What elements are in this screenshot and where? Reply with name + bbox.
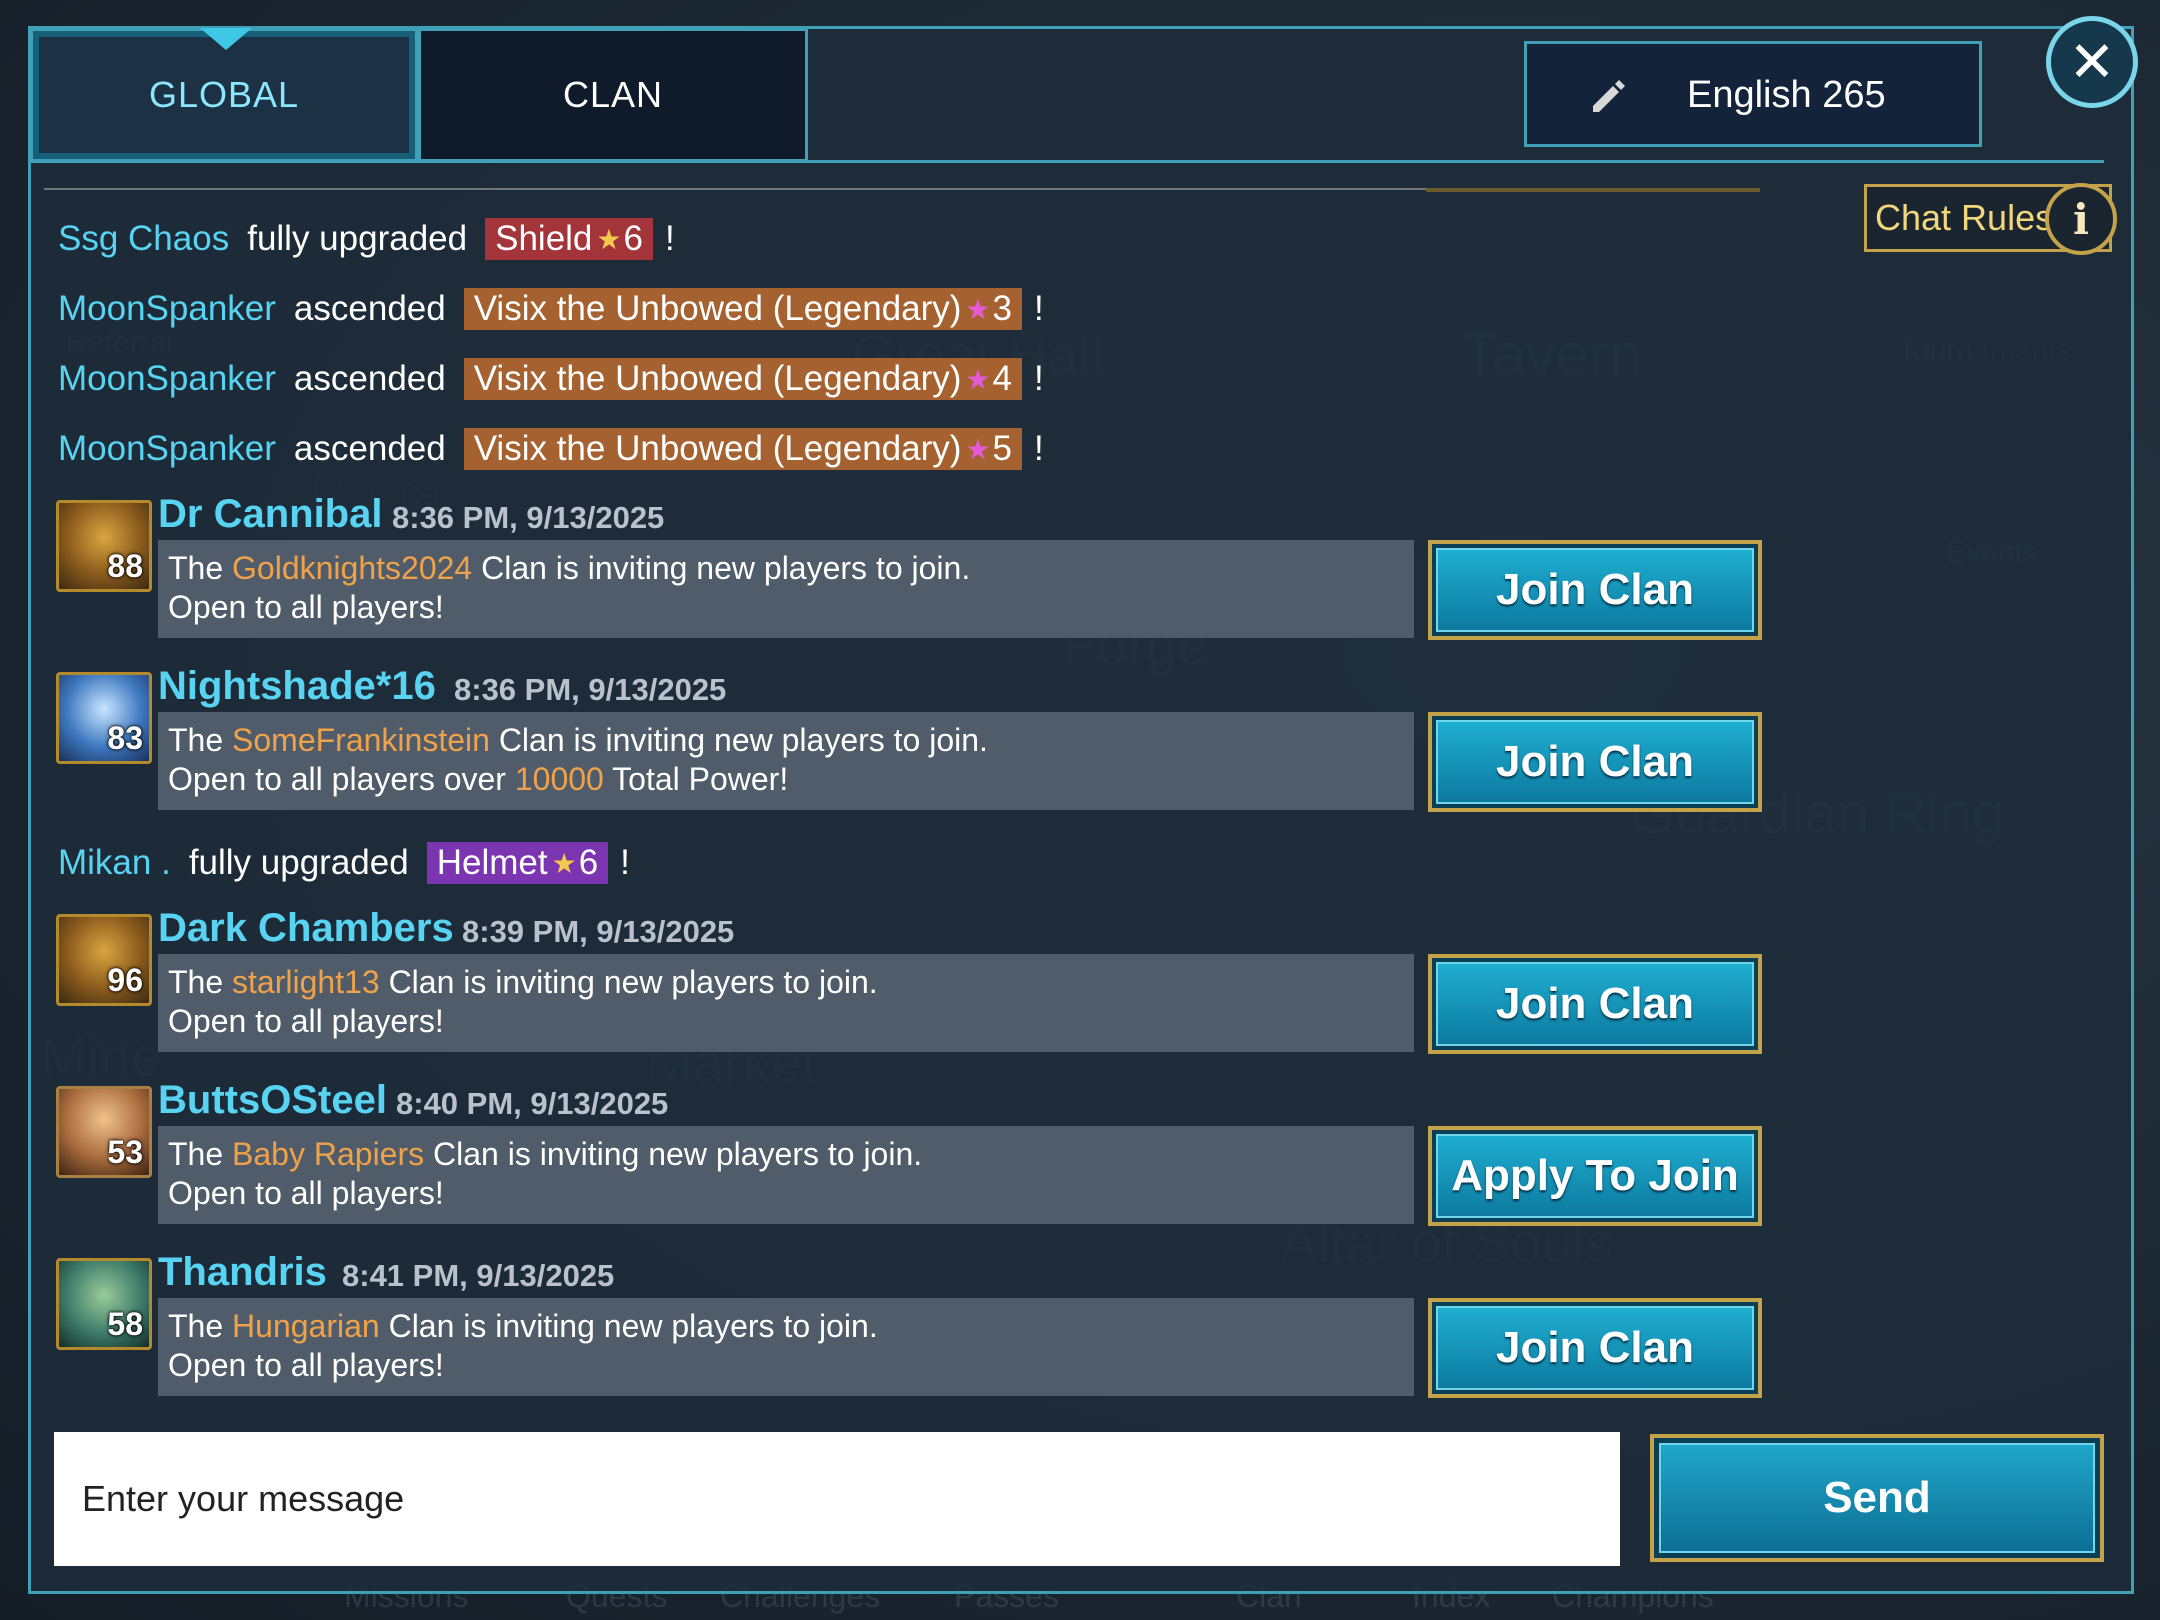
join-clan-button[interactable]: Join Clan (1428, 712, 1762, 812)
message-bubble: The Goldknights2024 Clan is inviting new… (158, 540, 1414, 638)
star-icon: ★ (596, 223, 622, 255)
clan-name-link[interactable]: SomeFrankinstein (232, 722, 490, 758)
player-name-link[interactable]: MoonSpanker (58, 359, 276, 399)
send-label: Send (1659, 1443, 2095, 1553)
exclaim: ! (664, 219, 675, 258)
timestamp: 8:40 PM, 9/13/2025 (396, 1086, 669, 1121)
level-badge: 83 (107, 720, 143, 756)
clan-name-link[interactable]: starlight13 (232, 964, 380, 1000)
close-icon: ✕ (2068, 29, 2116, 95)
tab-clan[interactable]: CLAN (418, 28, 808, 162)
tab-clan-label: CLAN (562, 74, 664, 115)
player-name-link[interactable]: Mikan . (58, 843, 171, 883)
avatar[interactable]: 88 (56, 500, 152, 592)
system-verb: ascended (293, 289, 446, 328)
level-badge: 53 (107, 1134, 143, 1170)
level-badge: 58 (107, 1306, 143, 1342)
star-icon: ★ (551, 847, 577, 879)
message-bubble: The starlight13 Clan is inviting new pla… (158, 954, 1414, 1052)
chat-rules-label: Chat Rules (1875, 197, 2054, 238)
player-name[interactable]: Nightshade*16 (158, 664, 436, 709)
clan-name-link[interactable]: Baby Rapiers (232, 1136, 424, 1172)
info-icon[interactable]: i (2045, 183, 2117, 255)
message-bubble: The Baby Rapiers Clan is inviting new pl… (158, 1126, 1414, 1224)
timestamp: 8:41 PM, 9/13/2025 (342, 1258, 615, 1293)
player-name[interactable]: ButtsOSteel (158, 1078, 387, 1123)
send-button[interactable]: Send (1650, 1434, 2104, 1562)
exclaim: ! (1034, 359, 1044, 398)
timestamp: 8:36 PM, 9/13/2025 (392, 500, 665, 535)
system-verb: fully upgraded (188, 843, 409, 882)
chat-message: 53 ButtsOSteel 8:40 PM, 9/13/2025 The Ba… (54, 1078, 1774, 1246)
chat-message: 96 Dark Chambers 8:39 PM, 9/13/2025 The … (54, 906, 1774, 1074)
chat-message: 58 Thandris 8:41 PM, 9/13/2025 The Hunga… (54, 1250, 1774, 1418)
scroll-top-divider-gold (1426, 188, 1760, 192)
champion-badge: Visix the Unbowed (Legendary) ★ 5 (463, 428, 1022, 470)
close-button[interactable]: ✕ (2046, 16, 2138, 108)
message-bubble: The Hungarian Clan is inviting new playe… (158, 1298, 1414, 1396)
star-icon: ★ (965, 433, 991, 465)
level-badge: 96 (107, 962, 143, 998)
join-clan-button[interactable]: Join Clan (1428, 540, 1762, 640)
language-label: English 265 (1687, 74, 1886, 116)
exclaim: ! (620, 843, 630, 882)
exclaim: ! (1034, 429, 1044, 468)
player-name[interactable]: Dark Chambers (158, 906, 454, 951)
system-verb: ascended (293, 359, 446, 398)
player-name-link[interactable]: MoonSpanker (58, 429, 276, 469)
system-verb: ascended (293, 429, 446, 468)
active-tab-caret-icon (200, 28, 252, 50)
system-message: Mikan . fully upgraded Helmet ★ 6 ! (58, 840, 630, 886)
item-badge: Shield ★ 6 (485, 218, 653, 260)
system-message: Ssg Chaos fully upgraded Shield ★ 6 ! (58, 216, 675, 262)
timestamp: 8:39 PM, 9/13/2025 (462, 914, 735, 949)
tab-global-label: GLOBAL (148, 74, 300, 115)
message-input[interactable] (54, 1432, 1620, 1566)
language-selector-button[interactable]: English 265 (1524, 41, 1982, 147)
pencil-icon (1587, 76, 1627, 120)
message-bubble: The SomeFrankinstein Clan is inviting ne… (158, 712, 1414, 810)
item-badge: Helmet ★ 6 (426, 842, 609, 884)
player-name[interactable]: Dr Cannibal (158, 492, 382, 537)
star-icon: ★ (965, 293, 991, 325)
player-name[interactable]: Thandris (158, 1250, 327, 1295)
star-icon: ★ (965, 363, 991, 395)
clan-name-link[interactable]: Goldknights2024 (232, 550, 472, 586)
champion-badge: Visix the Unbowed (Legendary) ★ 4 (463, 358, 1022, 400)
tab-divider (30, 160, 2104, 163)
timestamp: 8:36 PM, 9/13/2025 (454, 672, 727, 707)
apply-to-join-button[interactable]: Apply To Join (1428, 1126, 1762, 1226)
player-name-link[interactable]: Ssg Chaos (58, 219, 229, 259)
system-message: MoonSpanker ascended Visix the Unbowed (… (58, 356, 1044, 402)
avatar[interactable]: 58 (56, 1258, 152, 1350)
system-message: MoonSpanker ascended Visix the Unbowed (… (58, 286, 1044, 332)
join-clan-button[interactable]: Join Clan (1428, 954, 1762, 1054)
system-message: MoonSpanker ascended Visix the Unbowed (… (58, 426, 1044, 472)
chat-rules-button[interactable]: Chat Rules i (1864, 183, 2117, 255)
chat-message: 88 Dr Cannibal 8:36 PM, 9/13/2025 The Go… (54, 492, 1774, 660)
level-badge: 88 (107, 548, 143, 584)
avatar[interactable]: 83 (56, 672, 152, 764)
player-name-link[interactable]: MoonSpanker (58, 289, 276, 329)
chat-message: 83 Nightshade*16 8:36 PM, 9/13/2025 The … (54, 664, 1774, 832)
system-verb: fully upgraded (247, 219, 468, 258)
clan-name-link[interactable]: Hungarian (232, 1308, 380, 1344)
avatar[interactable]: 53 (56, 1086, 152, 1178)
avatar[interactable]: 96 (56, 914, 152, 1006)
join-clan-button[interactable]: Join Clan (1428, 1298, 1762, 1398)
champion-badge: Visix the Unbowed (Legendary) ★ 3 (463, 288, 1022, 330)
exclaim: ! (1034, 289, 1044, 328)
